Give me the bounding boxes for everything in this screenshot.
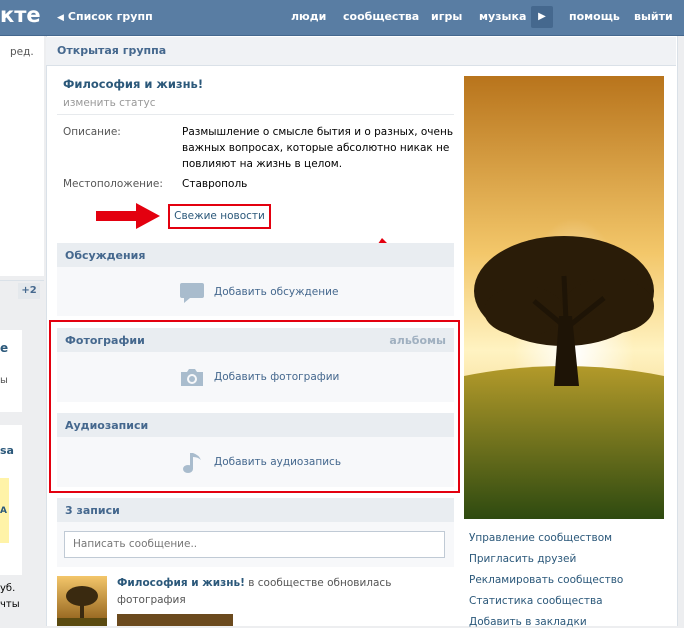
- nav-games[interactable]: игры: [431, 10, 462, 23]
- post-author[interactable]: Философия и жизнь!: [117, 577, 245, 589]
- manage-community-link[interactable]: Управление сообществом: [469, 532, 612, 544]
- location-value: Ставрополь: [182, 178, 248, 190]
- add-discussion-link[interactable]: Добавить обсуждение: [214, 286, 338, 298]
- back-label: Список групп: [67, 10, 153, 23]
- description-line-3: повлияют на жизнь в целом.: [182, 158, 343, 170]
- back-to-groups-link[interactable]: ◀ Список групп: [57, 10, 153, 23]
- community-stats-link[interactable]: Статистика сообщества: [469, 595, 603, 607]
- fresh-news-link[interactable]: Свежие новости: [168, 204, 271, 229]
- post-text-2: фотография: [117, 594, 186, 606]
- site-logo[interactable]: кте: [0, 3, 41, 27]
- left-frag-3: sa: [0, 444, 14, 457]
- add-bookmark-link[interactable]: Добавить в закладки: [469, 616, 587, 628]
- highlight-box: [49, 320, 460, 493]
- post-thumbnail[interactable]: [57, 576, 107, 626]
- post-header: Философия и жизнь! в сообществе обновила…: [117, 577, 391, 589]
- nav-help[interactable]: помощь: [569, 10, 620, 23]
- invite-friends-link[interactable]: Пригласить друзей: [469, 553, 576, 565]
- back-arrow-icon: ◀: [57, 13, 64, 23]
- location-label: Местоположение:: [63, 178, 163, 190]
- left-frag-5: чты: [0, 599, 20, 610]
- left-frag-2: ы: [0, 375, 8, 386]
- speech-bubble-icon: [180, 283, 204, 303]
- description-line-1: Размышление о смысле бытия и о разных, о…: [182, 126, 454, 138]
- play-icon[interactable]: ▶: [531, 6, 553, 28]
- group-type-header: Открытая группа: [46, 37, 676, 66]
- change-status-link[interactable]: изменить статус: [63, 97, 156, 109]
- group-type-label: Открытая группа: [57, 44, 167, 57]
- discussions-header[interactable]: Обсуждения: [57, 243, 454, 267]
- left-ad-letter: A: [0, 506, 7, 516]
- red-arrow-right-icon: [96, 203, 160, 229]
- nav-communities[interactable]: сообщества: [343, 10, 419, 23]
- nav-people[interactable]: люди: [291, 10, 326, 23]
- post-message-input[interactable]: Написать сообщение..: [64, 531, 445, 558]
- description-label: Описание:: [63, 126, 121, 138]
- divider: [57, 114, 454, 115]
- advertise-community-link[interactable]: Рекламировать сообщество: [469, 574, 623, 586]
- left-frag-4: уб.: [0, 583, 16, 594]
- post-image[interactable]: [117, 614, 233, 626]
- wall-header: 3 записи: [57, 498, 454, 522]
- edit-link[interactable]: ред.: [10, 46, 34, 58]
- left-divider: [0, 280, 44, 281]
- discussions-title: Обсуждения: [65, 249, 146, 262]
- left-profile-block: [0, 36, 44, 276]
- nav-logout[interactable]: выйти: [634, 10, 673, 23]
- group-avatar-photo[interactable]: [464, 76, 664, 519]
- nav-music[interactable]: музыка: [479, 10, 526, 23]
- counter-badge: +2: [18, 283, 40, 299]
- group-title: Философия и жизнь!: [63, 77, 204, 91]
- post-text: в сообществе обновилась: [244, 577, 392, 589]
- wall-title: 3 записи: [65, 504, 120, 517]
- left-frag-1: е: [0, 341, 9, 355]
- description-line-2: важных вопросах, которые абсолютно никак…: [182, 142, 450, 154]
